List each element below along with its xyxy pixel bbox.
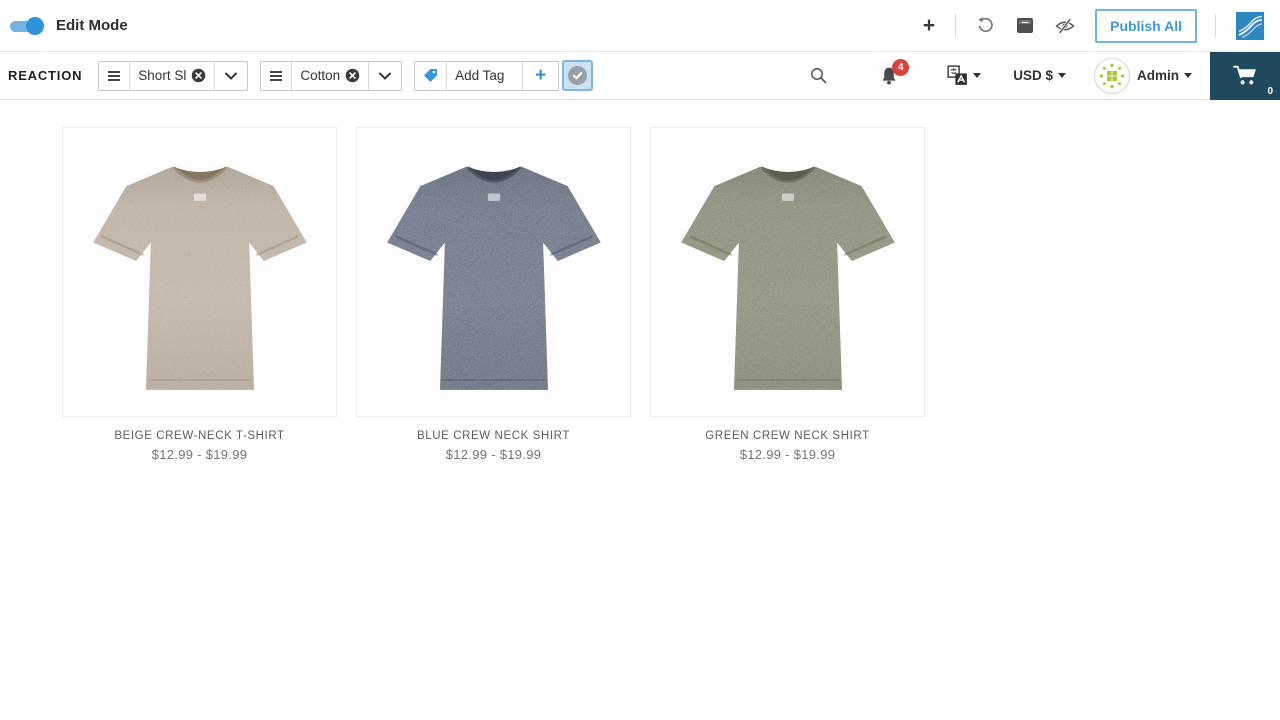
archive-button[interactable] bbox=[1015, 16, 1035, 35]
publish-all-button[interactable]: Publish All bbox=[1095, 8, 1197, 43]
chevron-down-icon bbox=[379, 72, 392, 80]
filter-chip-body[interactable]: Cotton bbox=[292, 61, 370, 90]
confirm-selection-button[interactable] bbox=[562, 60, 594, 91]
tshirt-image bbox=[680, 166, 895, 390]
tag-icon-segment bbox=[415, 61, 448, 90]
hide-preview-button[interactable] bbox=[1053, 16, 1077, 36]
product-grid: BEIGE CREW-NECK T-SHIRT $12.99 - $19.99 … bbox=[0, 127, 1280, 462]
cart-button[interactable]: 0 bbox=[1210, 51, 1280, 100]
edit-mode-toggle[interactable] bbox=[10, 16, 44, 36]
toggle-knob bbox=[26, 16, 44, 35]
product-image[interactable] bbox=[62, 127, 337, 417]
user-label: Admin bbox=[1137, 68, 1179, 83]
tag-icon bbox=[424, 69, 438, 82]
hamburger-icon bbox=[108, 70, 121, 81]
undo-icon bbox=[978, 17, 993, 33]
drag-handle[interactable] bbox=[261, 61, 293, 90]
undo-button[interactable] bbox=[974, 14, 997, 37]
filter-chip-body[interactable]: Short Sl bbox=[130, 61, 216, 90]
user-menu[interactable]: Admin bbox=[1094, 57, 1192, 94]
archive-icon bbox=[1017, 18, 1034, 33]
currency-label: USD $ bbox=[1013, 68, 1053, 83]
add-tag-placeholder: Add Tag bbox=[455, 68, 505, 83]
brand-logo-button[interactable] bbox=[1234, 10, 1266, 42]
check-circle bbox=[568, 66, 588, 85]
remove-filter-icon[interactable] bbox=[191, 68, 206, 83]
account-controls: 4 USD $ Admin 0 bbox=[810, 51, 1280, 100]
cart-icon bbox=[1232, 65, 1256, 85]
product-image[interactable] bbox=[356, 127, 631, 417]
top-bar-actions: + Publish All bbox=[921, 8, 1266, 43]
add-tag-button[interactable]: + bbox=[523, 62, 558, 90]
product-price: $12.99 - $19.99 bbox=[151, 447, 248, 462]
chevron-down-icon bbox=[225, 72, 238, 80]
tshirt-image bbox=[386, 166, 601, 390]
filter-toolbar: REACTION Short Sl Cotton Add Tag + 4 USD… bbox=[0, 51, 1280, 100]
cart-count-badge: 0 bbox=[1267, 85, 1273, 97]
product-card: BLUE CREW NECK SHIRT $12.99 - $19.99 bbox=[356, 127, 631, 462]
search-button[interactable] bbox=[810, 67, 827, 84]
filter-chip-short-sleeve: Short Sl bbox=[98, 60, 249, 91]
search-icon bbox=[811, 68, 827, 84]
avatar-identicon bbox=[1099, 63, 1125, 88]
plus-icon: + bbox=[535, 65, 547, 86]
product-title[interactable]: BLUE CREW NECK SHIRT bbox=[356, 430, 631, 442]
filter-label: Cotton bbox=[300, 68, 341, 83]
currency-selector[interactable]: USD $ bbox=[1013, 68, 1066, 83]
product-card: GREEN CREW NECK SHIRT $12.99 - $19.99 bbox=[650, 127, 925, 462]
filter-dropdown-toggle[interactable] bbox=[369, 62, 401, 90]
filter-dropdown-toggle[interactable] bbox=[215, 62, 247, 90]
product-image[interactable] bbox=[650, 127, 925, 417]
product-price: $12.99 - $19.99 bbox=[739, 447, 836, 462]
avatar bbox=[1094, 57, 1130, 94]
divider bbox=[955, 13, 957, 38]
check-icon bbox=[573, 72, 583, 80]
hamburger-icon bbox=[270, 70, 283, 81]
plus-icon: + bbox=[922, 14, 936, 37]
brand-logo-icon bbox=[1236, 11, 1264, 40]
add-button[interactable]: + bbox=[921, 13, 937, 38]
eye-slash-icon bbox=[1055, 17, 1075, 34]
filter-chip-cotton: Cotton bbox=[260, 60, 403, 91]
product-title[interactable]: GREEN CREW NECK SHIRT bbox=[650, 430, 925, 442]
product-card: BEIGE CREW-NECK T-SHIRT $12.99 - $19.99 bbox=[62, 127, 337, 462]
add-tag-input[interactable]: Add Tag bbox=[447, 61, 524, 90]
divider bbox=[1215, 13, 1216, 38]
tshirt-image bbox=[92, 166, 307, 390]
remove-filter-icon[interactable] bbox=[345, 68, 360, 83]
add-tag-group: Add Tag + bbox=[414, 60, 560, 91]
language-button[interactable] bbox=[947, 65, 982, 86]
caret-down-icon bbox=[973, 73, 982, 78]
notifications-button[interactable]: 4 bbox=[879, 58, 910, 86]
translate-icon bbox=[947, 65, 968, 85]
drag-handle[interactable] bbox=[99, 61, 131, 90]
filter-label: Short Sl bbox=[138, 68, 187, 83]
product-price: $12.99 - $19.99 bbox=[445, 447, 542, 462]
notification-badge: 4 bbox=[892, 58, 910, 76]
collection-title: REACTION bbox=[8, 68, 83, 83]
edit-mode-label: Edit Mode bbox=[56, 17, 128, 34]
caret-down-icon bbox=[1184, 73, 1192, 78]
caret-down-icon bbox=[1058, 73, 1066, 78]
product-title[interactable]: BEIGE CREW-NECK T-SHIRT bbox=[62, 430, 337, 442]
top-bar: Edit Mode + Publish All bbox=[0, 0, 1280, 52]
